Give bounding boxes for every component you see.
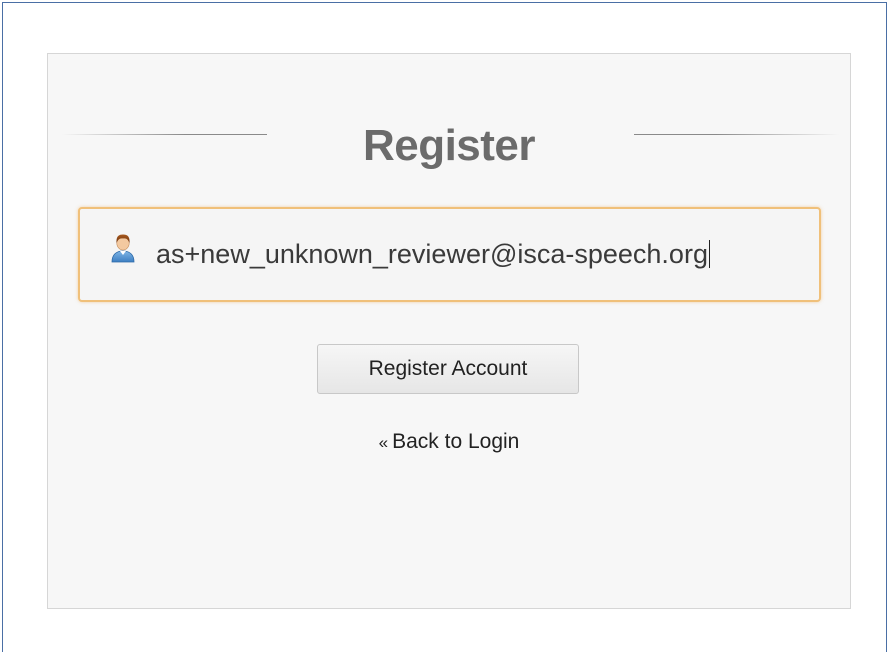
user-icon xyxy=(110,233,136,263)
email-value: as+new_unknown_reviewer@isca-speech.org xyxy=(156,239,708,269)
back-to-login-link[interactable]: «Back to Login xyxy=(48,430,850,454)
text-caret xyxy=(708,239,710,268)
page-title: Register xyxy=(362,121,536,170)
register-panel: Register as+new_unknown_reviewer@isca-sp… xyxy=(47,53,851,609)
back-arrow-icon: « xyxy=(378,433,389,452)
email-input[interactable]: as+new_unknown_reviewer@isca-speech.org xyxy=(156,209,710,300)
email-field[interactable]: as+new_unknown_reviewer@isca-speech.org xyxy=(78,207,821,302)
title-rule-right xyxy=(634,134,839,135)
register-account-button[interactable]: Register Account xyxy=(317,344,579,394)
back-to-login-label: Back to Login xyxy=(392,430,520,453)
